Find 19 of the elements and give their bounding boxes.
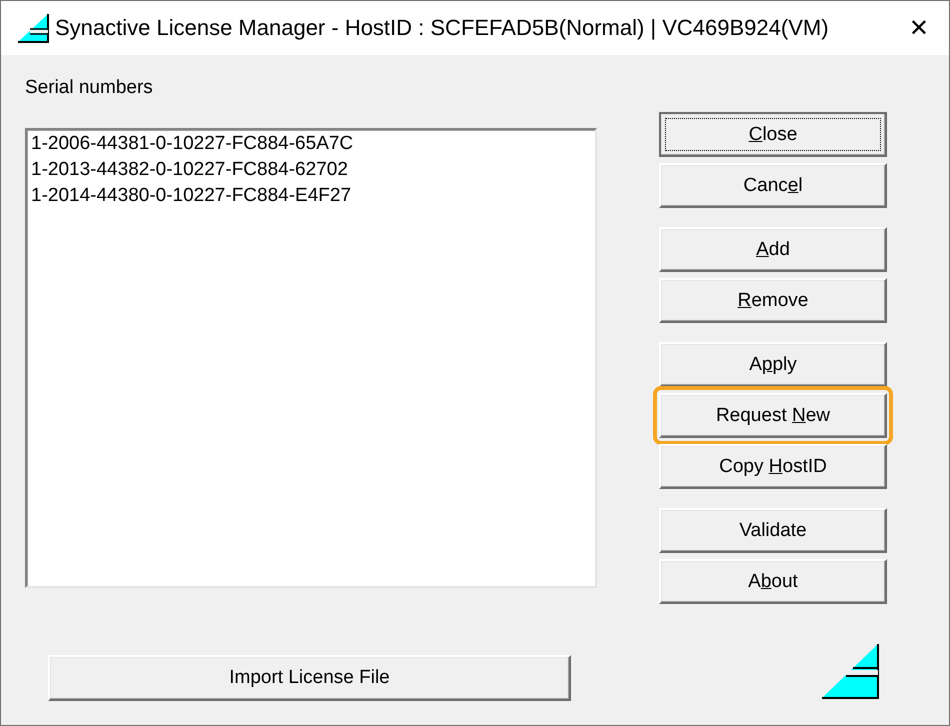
close-window-button[interactable]: ✕ [902, 14, 935, 42]
app-logo-icon [17, 13, 49, 43]
logo-icon [821, 643, 879, 699]
serial-number-item[interactable]: 1-2006-44381-0-10227-FC884-65A7C [31, 131, 591, 157]
dialog-button[interactable]: Close [659, 112, 887, 157]
serial-number-item[interactable]: 1-2014-44380-0-10227-FC884-E4F27 [31, 183, 591, 209]
dialog-button[interactable]: Remove [659, 278, 887, 323]
dialog-button[interactable]: Validate [659, 508, 887, 553]
dialog-button[interactable]: Add [659, 227, 887, 272]
dialog-button[interactable]: Request New [659, 393, 887, 438]
serial-number-item[interactable]: 1-2013-44382-0-10227-FC884-62702 [31, 157, 591, 183]
dialog-button[interactable]: Cancel [659, 163, 887, 208]
dialog-button[interactable]: Apply [659, 342, 887, 387]
serial-numbers-label: Serial numbers [25, 77, 154, 100]
serial-number-list[interactable]: 1-2006-44381-0-10227-FC884-65A7C 1-2013-44382-0-10227-FC884-62702 1-2014-44380-0-10227-FC884-E4F27 [25, 128, 597, 588]
import-license-file-button[interactable]: Import License File [48, 655, 571, 701]
window-title: Synactive License Manager - HostID : SCFEFAD5B(Normal) | VC469B924(VM) [55, 15, 830, 41]
dialog-button[interactable]: Copy HostID [659, 444, 887, 489]
dialog-button[interactable]: About [659, 559, 887, 604]
